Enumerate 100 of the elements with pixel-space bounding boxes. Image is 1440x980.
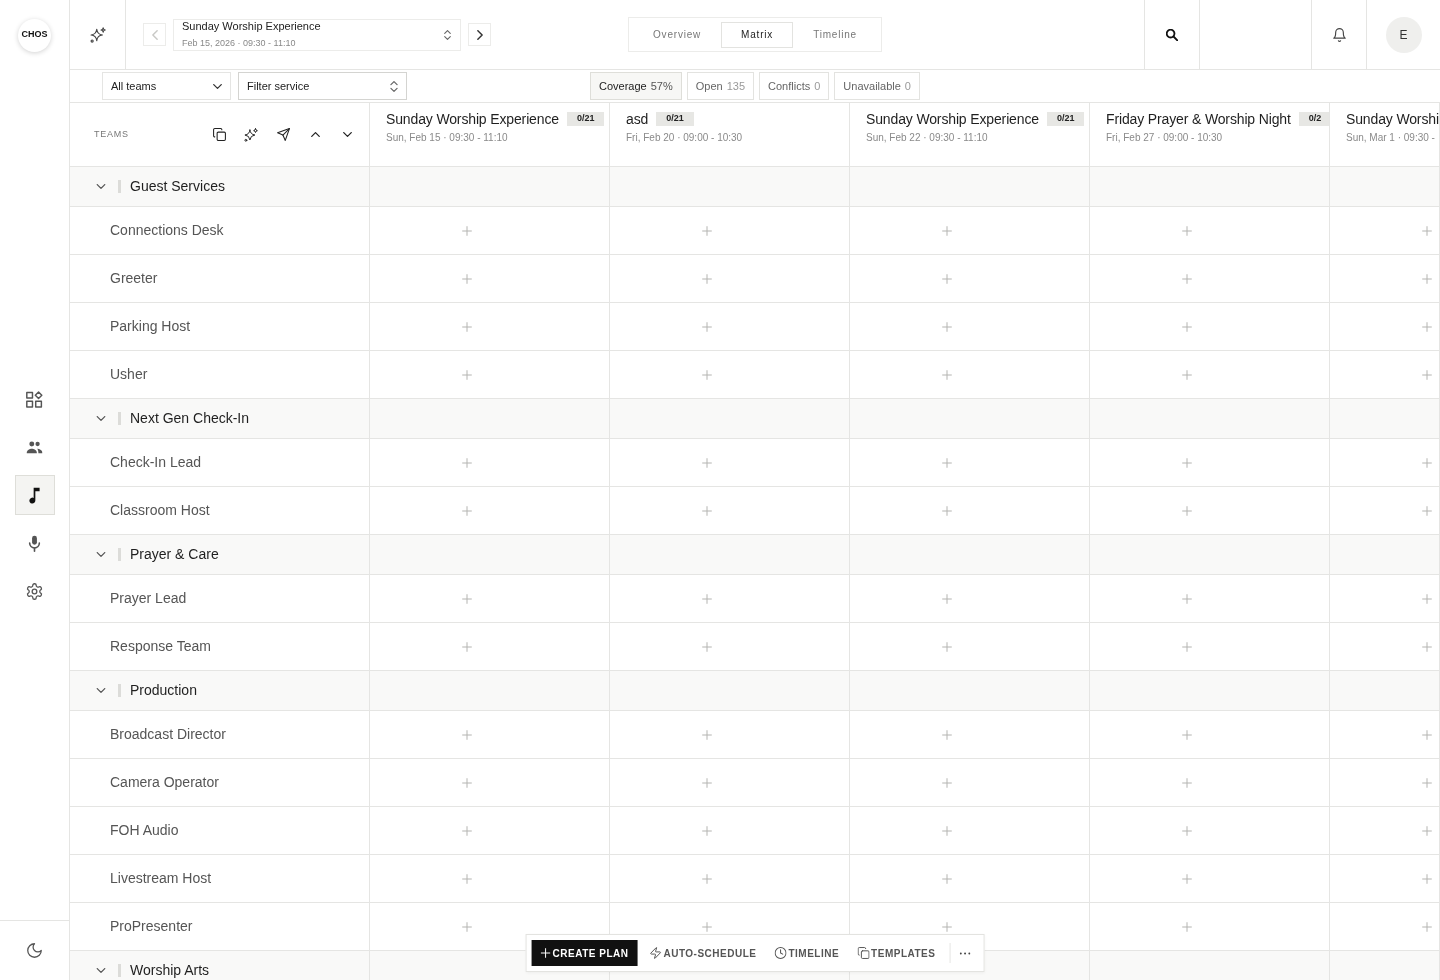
team-group-name: Guest Services [130, 177, 225, 196]
chevron-up-icon [310, 132, 320, 137]
plus-icon [462, 505, 472, 516]
count-badge: 0/21 [566, 112, 605, 126]
templates-button[interactable]: TEMPLATES [851, 940, 942, 966]
plus-icon [1422, 593, 1432, 604]
service-date: Sun, Feb 22 · 09:30 - 11:10 [866, 132, 989, 144]
tab[interactable]: Matrix [721, 21, 794, 48]
count-badge: 0/21 [656, 112, 694, 126]
plus-icon [942, 641, 952, 652]
plus-icon [1182, 593, 1192, 604]
service-date: Fri, Feb 27 · 09:00 - 10:30 [1106, 132, 1224, 144]
plus-icon [702, 225, 712, 236]
search-icon [1166, 28, 1178, 41]
plus-icon [702, 777, 712, 788]
chevron-left-icon [151, 29, 158, 40]
plus-icon [462, 641, 472, 652]
plus-icon [942, 825, 952, 836]
chevron-down-icon [96, 184, 106, 189]
team-group-name: Next Gen Check-In [130, 409, 250, 428]
plus-icon [1182, 921, 1192, 932]
plus-icon [942, 369, 952, 380]
role-name: Classroom Host [110, 501, 210, 520]
plus-icon [1182, 505, 1192, 516]
plus-icon [702, 321, 712, 332]
more-dots-icon [959, 951, 971, 955]
plus-icon [462, 321, 472, 332]
tab[interactable]: Overview [633, 21, 722, 48]
plus-icon [1182, 225, 1192, 236]
chevron-down-icon [96, 688, 106, 693]
service-title: Friday Prayer & Worship Night [1106, 110, 1291, 129]
chevron-down-icon [342, 132, 352, 137]
plus-icon [1422, 873, 1432, 884]
filter-chip[interactable]: Conflicts 0 [759, 72, 830, 100]
service-date: Sun, Mar 1 · 09:30 - [1346, 132, 1436, 144]
settings-icon [26, 582, 43, 600]
plus-icon [462, 593, 472, 604]
moon-icon [27, 943, 42, 958]
plus-icon [942, 921, 952, 932]
service-date: Fri, Feb 20 · 09:00 - 10:30 [626, 132, 744, 144]
role-name: Check-In Lead [110, 453, 202, 472]
plus-icon [1422, 225, 1432, 236]
role-name: ProPresenter [110, 917, 193, 936]
plus-icon [1422, 457, 1432, 468]
role-name: Parking Host [110, 317, 191, 336]
up-down-chevron-icon [444, 29, 451, 40]
plus-icon [1182, 729, 1192, 740]
nav-item[interactable] [14, 475, 55, 515]
timeline-button[interactable]: TIMELINE [768, 940, 846, 966]
plus-icon [1182, 369, 1192, 380]
role-name: Prayer Lead [110, 589, 187, 608]
plus-icon [1422, 321, 1432, 332]
plus-icon [462, 273, 472, 284]
create-plan-button[interactable]: CREATE PLAN [531, 940, 638, 966]
chevron-down-icon [96, 416, 106, 421]
team-select[interactable]: All teams [102, 72, 231, 100]
avatar[interactable]: E [1385, 16, 1422, 53]
templates-icon [857, 947, 870, 959]
plus-icon [462, 777, 472, 788]
plus-icon [462, 873, 472, 884]
plus-icon [702, 505, 712, 516]
plus-icon [1422, 369, 1432, 380]
role-name: Connections Desk [110, 221, 224, 240]
plus-icon [462, 369, 472, 380]
auto-schedule-button[interactable]: AUTO-SCHEDULE [643, 940, 763, 966]
plus-icon [702, 369, 712, 380]
clock-icon [774, 947, 787, 959]
team-group-name: Production [130, 681, 197, 700]
plus-icon [462, 457, 472, 468]
role-name: Usher [110, 365, 148, 384]
plus-icon [1422, 505, 1432, 516]
plus-icon [942, 225, 952, 236]
service-title: Sunday Worship Experience [866, 110, 1039, 129]
filter-chip[interactable]: Coverage 57% [590, 72, 682, 100]
sparkle-icon [89, 26, 106, 43]
plus-icon [942, 873, 952, 884]
team-group-name: Prayer & Care [130, 545, 219, 564]
plus-icon [702, 729, 712, 740]
plus-icon [1182, 825, 1192, 836]
plus-icon [462, 225, 472, 236]
filter-chip[interactable]: Open 135 [686, 72, 755, 100]
service-picker[interactable]: Sunday Worship Experience Feb 15, 2026 · 09:30 - 11:10 [173, 18, 461, 51]
send-icon [276, 128, 290, 141]
plus-icon [1422, 825, 1432, 836]
logo[interactable]: CHOS [18, 18, 51, 52]
role-name: Broadcast Director [110, 725, 226, 744]
plus-icon [1422, 641, 1432, 652]
service-filter-select[interactable]: Filter service [238, 72, 407, 100]
microphone-icon [26, 534, 43, 552]
plus-icon [1182, 777, 1192, 788]
plus-icon [462, 729, 472, 740]
chevron-down-icon [96, 968, 106, 973]
plus-icon [1422, 777, 1432, 788]
role-name: FOH Audio [110, 821, 179, 840]
count-badge: 0/21 [1046, 112, 1085, 126]
next-button[interactable] [468, 23, 491, 46]
tab[interactable]: Timeline [793, 21, 877, 48]
plus-icon [942, 321, 952, 332]
plus-icon [540, 948, 551, 958]
filter-chip[interactable]: Unavailable 0 [834, 72, 920, 100]
